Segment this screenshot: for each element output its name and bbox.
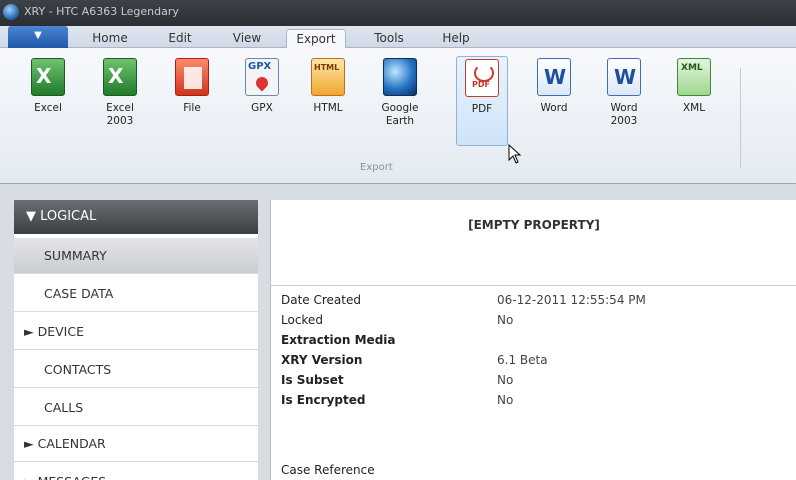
- property-row: Extraction Media: [281, 330, 796, 350]
- google-earth-icon: [383, 58, 417, 96]
- export-gpx-button[interactable]: GPX: [236, 56, 288, 176]
- export-file-button[interactable]: File: [166, 56, 218, 176]
- export-word-2003-button[interactable]: Word 2003: [598, 56, 650, 176]
- property-row: XRY Version 6.1 Beta: [281, 350, 796, 370]
- property-row: Locked No: [281, 310, 796, 330]
- tab-home[interactable]: Home: [84, 29, 136, 48]
- html-icon: [311, 58, 345, 96]
- tab-tools[interactable]: Tools: [366, 29, 412, 48]
- sidebar-item-case-data[interactable]: CASE DATA: [14, 276, 258, 312]
- navigation-sidebar: ▼ LOGICAL SUMMARY CASE DATA ► DEVICE CON…: [14, 200, 258, 480]
- property-label: Case Reference: [281, 463, 375, 477]
- ribbon-separator: [740, 68, 741, 168]
- tab-export[interactable]: Export: [286, 29, 346, 48]
- property-value: No: [497, 313, 514, 327]
- property-row: Is Encrypted No: [281, 390, 796, 410]
- pdf-icon: [465, 59, 499, 97]
- export-word-button[interactable]: Word: [528, 56, 580, 176]
- export-html-button[interactable]: HTML: [302, 56, 354, 176]
- window-title: XRY - HTC A6363 Legendary: [24, 5, 179, 18]
- excel-icon: [31, 58, 65, 96]
- word-icon: [537, 58, 571, 96]
- property-label: Is Encrypted: [281, 393, 366, 407]
- application-menu-button[interactable]: ▼: [8, 26, 68, 48]
- sidebar-item-calls[interactable]: CALLS: [14, 390, 258, 426]
- sidebar-item-contacts[interactable]: CONTACTS: [14, 352, 258, 388]
- gpx-icon: [245, 58, 279, 96]
- ribbon-tab-bar: ▼ Home Edit View Export Tools Help: [0, 26, 796, 48]
- property-value: 6.1 Beta: [497, 353, 548, 367]
- property-row: Case Reference: [281, 460, 796, 480]
- tab-edit[interactable]: Edit: [160, 29, 200, 48]
- properties-panel: [EMPTY PROPERTY] Date Created 06-12-2011…: [270, 200, 796, 480]
- sidebar-header-logical[interactable]: ▼ LOGICAL: [14, 200, 258, 234]
- export-word-2003-label: Word 2003: [610, 102, 638, 127]
- mouse-cursor-icon: [508, 144, 522, 164]
- export-excel-2003-label: Excel 2003: [106, 102, 134, 127]
- property-label: Is Subset: [281, 373, 344, 387]
- tab-help[interactable]: Help: [436, 29, 476, 48]
- app-logo-icon: [3, 4, 19, 20]
- property-label: Date Created: [281, 293, 361, 307]
- property-row: Date Created 06-12-2011 12:55:54 PM: [281, 290, 796, 310]
- export-group-label: Export: [360, 162, 393, 173]
- export-google-earth-label: Google Earth: [381, 102, 419, 127]
- export-file-label: File: [183, 102, 201, 114]
- property-label: Extraction Media: [281, 333, 396, 347]
- export-pdf-label: PDF: [471, 103, 493, 115]
- property-row: Is Subset No: [281, 370, 796, 390]
- dropdown-arrow-icon: ▼: [34, 30, 42, 41]
- export-xml-button[interactable]: XML: [668, 56, 720, 176]
- sidebar-item-summary[interactable]: SUMMARY: [14, 238, 258, 274]
- file-icon: [175, 58, 209, 96]
- export-xml-label: XML: [682, 102, 706, 114]
- excel-icon: [103, 58, 137, 96]
- export-pdf-button[interactable]: PDF: [456, 56, 508, 146]
- xml-icon: [677, 58, 711, 96]
- export-html-label: HTML: [313, 102, 343, 114]
- property-value: No: [497, 373, 514, 387]
- export-google-earth-button[interactable]: Google Earth: [374, 56, 426, 176]
- sidebar-item-calendar[interactable]: ► CALENDAR: [14, 426, 258, 462]
- panel-title: [EMPTY PROPERTY]: [468, 218, 600, 232]
- sidebar-item-messages[interactable]: ► MESSAGES: [14, 464, 258, 480]
- title-bar: XRY - HTC A6363 Legendary: [0, 0, 796, 26]
- word-icon: [607, 58, 641, 96]
- export-excel-button[interactable]: Excel: [22, 56, 74, 176]
- panel-header: [EMPTY PROPERTY]: [271, 200, 796, 286]
- property-value: No: [497, 393, 514, 407]
- property-label: Locked: [281, 313, 323, 327]
- sidebar-item-device[interactable]: ► DEVICE: [14, 314, 258, 350]
- export-gpx-label: GPX: [251, 102, 273, 114]
- tab-view[interactable]: View: [226, 29, 268, 48]
- export-excel-label: Excel: [34, 102, 62, 114]
- property-label: XRY Version: [281, 353, 363, 367]
- export-ribbon: Excel Excel 2003 File GPX HTML Google Ea…: [0, 48, 796, 184]
- property-value: 06-12-2011 12:55:54 PM: [497, 293, 646, 307]
- export-word-label: Word: [540, 102, 568, 114]
- export-excel-2003-button[interactable]: Excel 2003: [94, 56, 146, 176]
